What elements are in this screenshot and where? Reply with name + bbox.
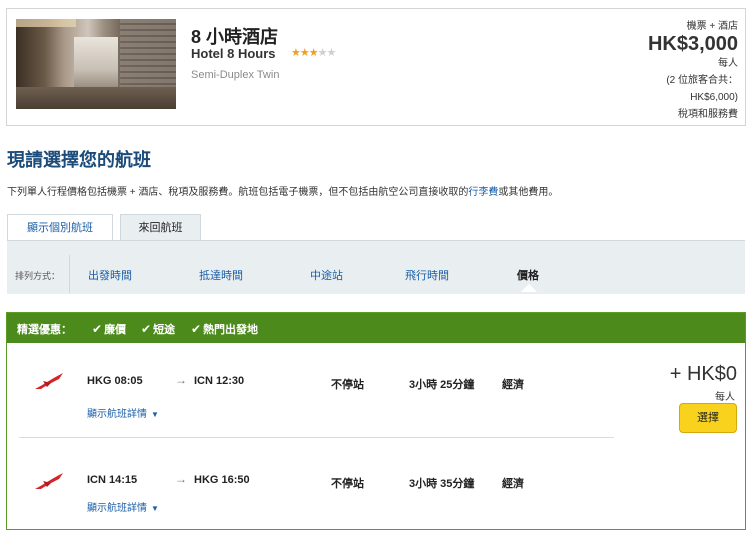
taxes-note: 稅項和服務費 <box>678 109 738 120</box>
arrow-right-icon: → <box>175 373 187 387</box>
hotel-name-english: Hotel 8 Hours <box>191 46 276 61</box>
stops: 不停站 <box>331 379 364 391</box>
sort-divider <box>69 255 70 293</box>
star-empty-icon: ★ <box>317 47 328 59</box>
details-label: 顯示航班詳情 <box>87 409 147 420</box>
star-filled-icon: ★ <box>308 47 319 59</box>
promo-popular-origin-label: 熱門出發地 <box>203 324 259 336</box>
photo-corridor <box>74 37 118 92</box>
sort-flight-duration[interactable]: 飛行時間 <box>405 267 449 283</box>
check-icon: ✔ <box>92 322 103 336</box>
package-price-box: 機票 + 酒店 HK$3,000 每人 (2 位旅客合共： HK$6,000) … <box>648 21 738 123</box>
notice-text-end: 或其他費用。 <box>498 187 559 198</box>
promo-short-haul[interactable]: ✔ 短途 <box>141 321 175 337</box>
airline-logo-icon <box>35 373 63 389</box>
sort-price[interactable]: 價格 <box>517 267 539 283</box>
arrow-right-icon: → <box>175 472 187 486</box>
details-label: 顯示航班詳情 <box>87 503 147 514</box>
cabin-class: 經濟 <box>502 478 524 490</box>
departure: HKG 08:05 <box>87 375 143 387</box>
room-type: Semi-Duplex Twin <box>191 69 280 81</box>
sort-stops[interactable]: 中途站 <box>310 267 343 283</box>
fare-price: + HK$0 <box>669 363 737 385</box>
promo-short-haul-label: 短途 <box>153 324 176 336</box>
baggage-fee-link[interactable]: 行李費 <box>468 187 498 198</box>
chevron-down-icon: ▼ <box>151 410 159 419</box>
promo-bar: 精選優惠： ✔ 廉價 ✔ 短途 ✔ 熱門出發地 <box>7 313 745 343</box>
page-title: 現請選擇您的航班 <box>7 150 151 170</box>
sort-arrival-time[interactable]: 抵達時間 <box>199 267 243 283</box>
star-filled-icon: ★ <box>299 47 310 59</box>
tab-individual-flights[interactable]: 顯示個別航班 <box>7 214 113 240</box>
tab-round-trip[interactable]: 來回航班 <box>120 214 201 240</box>
star-empty-icon: ★ <box>326 47 337 59</box>
show-flight-details-link[interactable]: 顯示航班詳情 ▼ <box>87 499 159 514</box>
active-sort-indicator <box>521 284 537 292</box>
check-icon: ✔ <box>191 322 202 336</box>
photo-floor <box>16 87 176 109</box>
hotel-summary-card: 8 小時酒店 Hotel 8 Hours ★★★★★ Semi-Duplex T… <box>6 8 746 126</box>
promo-cheap-label: 廉價 <box>104 324 127 336</box>
photo-light <box>16 19 76 27</box>
total-price: HK$6,000) <box>690 92 738 103</box>
travellers-note: (2 位旅客合共： <box>666 75 738 86</box>
notice-text: 下列單人行程價格包括機票 + 酒店、稅項及服務費。航班包括電子機票，但不包括由航… <box>7 187 469 198</box>
flight-results: 精選優惠： ✔ 廉價 ✔ 短途 ✔ 熱門出發地 HKG 08:05 → ICN 12:… <box>6 312 746 530</box>
departure: ICN 14:15 <box>87 474 138 486</box>
show-flight-details-link[interactable]: 顯示航班詳情 ▼ <box>87 405 159 420</box>
fare-per-person: 每人 <box>715 392 735 403</box>
package-label: 機票 + 酒店 <box>686 21 738 32</box>
promo-popular-origin[interactable]: ✔ 熱門出發地 <box>191 321 258 337</box>
star-filled-icon: ★ <box>291 47 301 59</box>
chevron-down-icon: ▼ <box>151 504 159 513</box>
sort-departure-time[interactable]: 出發時間 <box>88 267 132 283</box>
cabin-class: 經濟 <box>502 379 524 391</box>
duration: 3小時 25分鐘 <box>409 379 475 391</box>
promo-cheap[interactable]: ✔ 廉價 <box>92 321 126 337</box>
duration: 3小時 35分鐘 <box>409 478 475 490</box>
package-price: HK$3,000 <box>647 33 738 55</box>
arrival: HKG 16:50 <box>194 474 250 486</box>
select-button[interactable]: 選擇 <box>679 403 737 433</box>
airline-logo-icon <box>35 473 63 489</box>
row-divider <box>19 437 614 438</box>
star-rating: ★★★★★ <box>291 46 337 59</box>
per-person-label: 每人 <box>718 58 738 69</box>
promo-label: 精選優惠： <box>17 324 72 336</box>
stops: 不停站 <box>331 478 364 490</box>
sort-label: 排列方式： <box>15 271 61 281</box>
price-notice: 下列單人行程價格包括機票 + 酒店、稅項及服務費。航班包括電子機票，但不包括由航… <box>7 183 558 198</box>
arrival: ICN 12:30 <box>194 375 245 387</box>
hotel-photo[interactable] <box>16 19 176 109</box>
check-icon: ✔ <box>141 322 152 336</box>
sort-bar: 排列方式： 出發時間 抵達時間 中途站 飛行時間 價格 <box>7 240 745 294</box>
